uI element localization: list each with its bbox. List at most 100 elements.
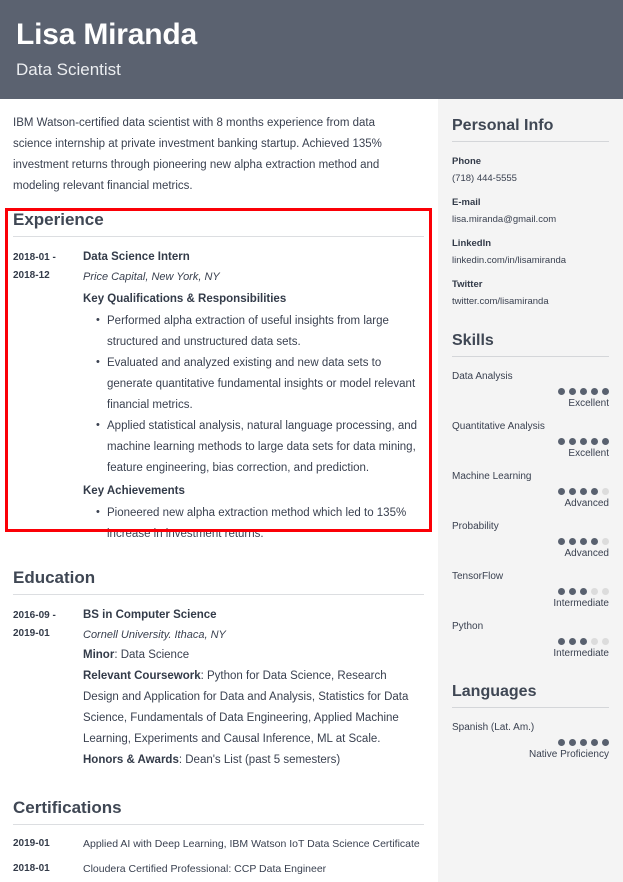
rating-dot-filled: [580, 438, 587, 445]
experience-responsibilities-list: Performed alpha extraction of useful ins…: [83, 310, 424, 479]
skill-name: TensorFlow: [452, 571, 504, 582]
education-detail: Honors & Awards: Dean's List (past 5 sem…: [83, 750, 424, 771]
education-detail-label: Minor: [83, 649, 115, 661]
rating-dot-filled: [558, 638, 565, 645]
certification-text: Cloudera Certified Professional: CCP Dat…: [83, 863, 327, 875]
candidate-name: Lisa Miranda: [16, 18, 197, 51]
rating-dot-filled: [558, 388, 565, 395]
skill-name: Python: [452, 621, 484, 632]
skill-level: Intermediate: [553, 648, 609, 659]
certification-date: 2019-01: [13, 838, 50, 849]
experience-date-start: 2018-01 -: [13, 252, 56, 263]
rating-dot-empty: [602, 538, 609, 545]
skill-name: Probability: [452, 521, 499, 532]
skill-rating-dots: [452, 536, 609, 546]
skill-item: Data Analysis Excellent: [452, 368, 609, 411]
rating-dot-filled: [569, 638, 576, 645]
rating-dot-filled: [569, 488, 576, 495]
resume-page: Lisa Miranda Data Scientist IBM Watson-c…: [0, 0, 623, 882]
skill-name: Quantitative Analysis: [452, 421, 545, 432]
certification-text: Applied AI with Deep Learning, IBM Watso…: [83, 838, 420, 850]
experience-group-heading: Key Qualifications & Responsibilities: [83, 293, 287, 305]
rating-dot-filled: [602, 388, 609, 395]
contact-label-linkedin: LinkedIn: [452, 238, 492, 249]
certification-row: 2018-01 Cloudera Certified Professional:…: [13, 861, 424, 877]
education-date-start: 2016-09 -: [13, 610, 56, 621]
skill-level: Advanced: [564, 548, 609, 559]
education-degree: BS in Computer Science: [83, 609, 217, 621]
education-detail-label: Relevant Coursework: [83, 670, 201, 682]
skills-divider: [452, 356, 609, 357]
contact-value-linkedin[interactable]: linkedin.com/in/lisamiranda: [452, 252, 609, 269]
rating-dot-filled: [569, 739, 576, 746]
rating-dot-empty: [591, 588, 598, 595]
skill-item: Quantitative Analysis Excellent: [452, 418, 609, 461]
skill-name: Machine Learning: [452, 471, 532, 482]
experience-organization: Price Capital, New York, NY: [83, 271, 220, 283]
rating-dot-filled: [602, 438, 609, 445]
skills-section: Skills Data Analysis Excellent Quantitativ…: [452, 330, 609, 661]
rating-dot-filled: [591, 388, 598, 395]
experience-entry-dates: 2018-01 - 2018-12: [13, 248, 83, 545]
rating-dot-filled: [558, 438, 565, 445]
education-detail-value: : Data Science: [114, 649, 190, 661]
language-rating-dots: [452, 737, 609, 747]
rating-dot-filled: [558, 538, 565, 545]
experience-section: Experience 2018-01 - 2018-12 Data Scienc…: [0, 205, 438, 545]
education-detail: Relevant Coursework: Python for Data Sci…: [83, 666, 424, 750]
experience-entry-body: Data Science Intern Price Capital, New Y…: [83, 248, 424, 545]
language-name: Spanish (Lat. Am.): [452, 722, 535, 733]
rating-dot-filled: [558, 588, 565, 595]
certifications-divider: [13, 824, 424, 825]
skill-level: Intermediate: [553, 598, 609, 609]
skill-rating-dots: [452, 636, 609, 646]
list-item: Evaluated and analyzed existing and new …: [96, 352, 424, 416]
education-detail-label: Honors & Awards: [83, 754, 179, 766]
experience-role: Data Science Intern: [83, 251, 190, 263]
rating-dot-empty: [591, 638, 598, 645]
education-entry-body: BS in Computer Science Cornell Universit…: [83, 606, 424, 771]
certifications-heading: Certifications: [13, 798, 122, 817]
rating-dot-filled: [591, 438, 598, 445]
rating-dot-empty: [602, 638, 609, 645]
skill-level: Excellent: [568, 398, 609, 409]
rating-dot-filled: [580, 388, 587, 395]
list-item: Applied statistical analysis, natural la…: [96, 415, 424, 479]
languages-heading: Languages: [452, 683, 537, 700]
skills-heading: Skills: [452, 332, 494, 349]
rating-dot-filled: [569, 588, 576, 595]
skill-item: TensorFlow Intermediate: [452, 568, 609, 611]
skill-rating-dots: [452, 436, 609, 446]
rating-dot-filled: [580, 488, 587, 495]
experience-achievements-heading: Key Achievements: [83, 485, 185, 497]
languages-divider: [452, 707, 609, 708]
rating-dot-filled: [602, 739, 609, 746]
languages-section: Languages Spanish (Lat. Am.) Native Profi…: [452, 681, 609, 762]
personal-info-divider: [452, 141, 609, 142]
skill-item: Machine Learning Advanced: [452, 468, 609, 511]
experience-heading: Experience: [13, 210, 104, 229]
education-school: Cornell University. Ithaca, NY: [83, 629, 226, 641]
education-date-end: 2019-01: [13, 628, 50, 639]
certifications-section: Certifications 2019-01 Applied AI with D…: [0, 775, 438, 877]
skill-level: Excellent: [568, 448, 609, 459]
resume-header: Lisa Miranda Data Scientist: [0, 0, 623, 99]
candidate-job-title: Data Scientist: [16, 60, 121, 79]
education-entry: 2016-09 - 2019-01 BS in Computer Science…: [13, 606, 424, 771]
rating-dot-filled: [580, 538, 587, 545]
rating-dot-filled: [591, 538, 598, 545]
skill-level: Advanced: [564, 498, 609, 509]
education-divider: [13, 594, 424, 595]
main-column: IBM Watson-certified data scientist with…: [0, 99, 438, 882]
rating-dot-filled: [580, 638, 587, 645]
rating-dot-filled: [580, 739, 587, 746]
contact-label-twitter: Twitter: [452, 279, 483, 290]
language-item: Spanish (Lat. Am.) Native Proficiency: [452, 719, 609, 762]
skill-rating-dots: [452, 586, 609, 596]
professional-summary: IBM Watson-certified data scientist with…: [13, 117, 382, 192]
education-detail-value: : Dean's List (past 5 semesters): [178, 754, 341, 766]
contact-value-email[interactable]: lisa.miranda@gmail.com: [452, 211, 609, 228]
contact-value-twitter[interactable]: twitter.com/lisamiranda: [452, 293, 609, 310]
contact-label-email: E-mail: [452, 197, 481, 208]
rating-dot-filled: [580, 588, 587, 595]
